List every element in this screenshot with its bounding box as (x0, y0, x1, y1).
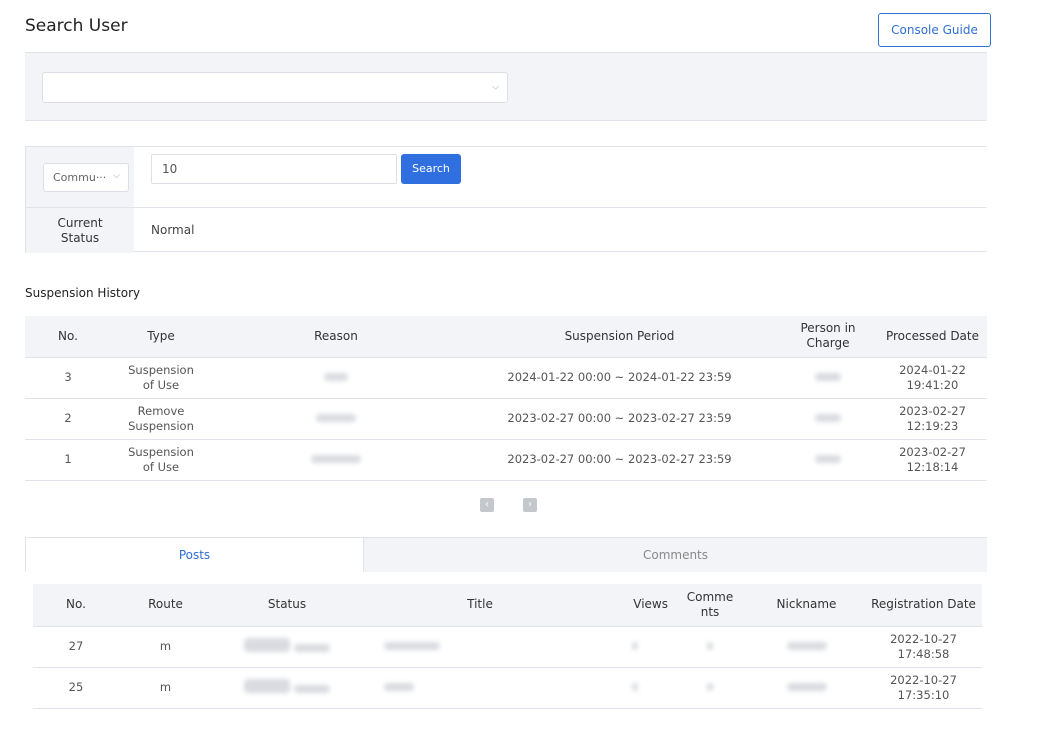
cell-title-redacted (362, 667, 598, 709)
cell-processed-date: 2023-02-27 12:19:23 (878, 398, 987, 440)
page-title: Search User (25, 16, 128, 36)
cell-type: Suspension of Use (111, 439, 211, 481)
cell-person-redacted (778, 439, 878, 481)
cell-processed-date: 2024-01-22 19:41:20 (878, 357, 987, 399)
search-panel: Commu··· ⌵ 10 Search Current Status Norm… (25, 146, 987, 253)
cell-period: 2023-02-27 00:00 ~ 2023-02-27 23:59 (461, 439, 778, 481)
chevron-right-icon: › (528, 499, 532, 510)
cell-comments-redacted (672, 626, 748, 668)
search-type-select[interactable]: Commu··· ⌵ (43, 163, 129, 192)
tab-posts[interactable]: Posts (25, 537, 364, 572)
cell-nickname-redacted (748, 667, 865, 709)
cell-status-redacted (212, 667, 362, 709)
current-status-label: Current Status (25, 208, 134, 253)
table-header-row: No. Type Reason Suspension Period Person… (25, 316, 987, 358)
column-header-nickname: Nickname (748, 584, 865, 627)
cell-registration-date: 2022-10-27 17:48:58 (865, 626, 982, 668)
filter-select[interactable]: ⌵ (42, 72, 508, 103)
cell-person-redacted (778, 398, 878, 440)
posts-table: No. Route Status Title Views Comments Ni… (33, 584, 982, 709)
console-guide-button[interactable]: Console Guide (878, 13, 991, 47)
column-header-period: Suspension Period (461, 316, 778, 358)
cell-route: m (119, 667, 212, 709)
cell-no: 1 (25, 439, 111, 481)
next-page-button[interactable]: › (523, 498, 537, 512)
column-header-title: Title (362, 584, 598, 627)
cell-no: 25 (33, 667, 119, 709)
cell-title-redacted (362, 626, 598, 668)
cell-reason-redacted (211, 398, 461, 440)
cell-processed-date: 2023-02-27 12:18:14 (878, 439, 987, 481)
prev-page-button[interactable]: ‹ (480, 498, 494, 512)
chevron-left-icon: ‹ (485, 499, 489, 510)
content-tabs: Posts Comments (25, 537, 987, 572)
cell-no: 3 (25, 357, 111, 399)
cell-type: Remove Suspension (111, 398, 211, 440)
search-button[interactable]: Search (401, 154, 461, 184)
column-header-reason: Reason (211, 316, 461, 358)
filter-panel: ⌵ (25, 52, 987, 121)
search-type-cell: Commu··· ⌵ (25, 147, 134, 207)
table-row[interactable]: 25 m 2022-10-27 17:35:10 (33, 667, 982, 709)
column-header-status: Status (212, 584, 362, 627)
column-header-no: No. (33, 584, 119, 627)
cell-route: m (119, 626, 212, 668)
column-header-processed-date: Processed Date (878, 316, 987, 358)
cell-status-redacted (212, 626, 362, 668)
column-header-comments: Comments (672, 584, 748, 627)
cell-no: 2 (25, 398, 111, 440)
cell-period: 2023-02-27 00:00 ~ 2023-02-27 23:59 (461, 398, 778, 440)
table-row: 3 Suspension of Use 2024-01-22 00:00 ~ 2… (25, 357, 987, 399)
table-row: 1 Suspension of Use 2023-02-27 00:00 ~ 2… (25, 439, 987, 481)
suspension-history-title: Suspension History (25, 286, 141, 300)
column-header-person: Person in Charge (778, 316, 878, 358)
suspension-history-table: No. Type Reason Suspension Period Person… (25, 316, 987, 481)
cell-views-redacted (598, 667, 672, 709)
search-type-value: Commu··· (53, 171, 107, 184)
cell-views-redacted (598, 626, 672, 668)
cell-registration-date: 2022-10-27 17:35:10 (865, 667, 982, 709)
table-row: 2 Remove Suspension 2023-02-27 00:00 ~ 2… (25, 398, 987, 440)
status-row: Current Status Normal (25, 207, 987, 253)
current-status-value: Normal (151, 223, 195, 237)
column-header-route: Route (119, 584, 212, 627)
column-header-views: Views (598, 584, 672, 627)
table-row[interactable]: 27 m 2022-10-27 17:48:58 (33, 626, 982, 668)
cell-comments-redacted (672, 667, 748, 709)
cell-reason-redacted (211, 357, 461, 399)
table-header-row: No. Route Status Title Views Comments Ni… (33, 584, 982, 627)
cell-reason-redacted (211, 439, 461, 481)
cell-no: 27 (33, 626, 119, 668)
cell-nickname-redacted (748, 626, 865, 668)
cell-period: 2024-01-22 00:00 ~ 2024-01-22 23:59 (461, 357, 778, 399)
column-header-registration-date: Registration Date (865, 584, 982, 627)
search-input[interactable]: 10 (151, 154, 397, 184)
cell-type: Suspension of Use (111, 357, 211, 399)
tab-comments[interactable]: Comments (364, 537, 987, 572)
chevron-down-icon: ⌵ (113, 170, 120, 181)
column-header-type: Type (111, 316, 211, 358)
column-header-no: No. (25, 316, 111, 358)
cell-person-redacted (778, 357, 878, 399)
chevron-down-icon: ⌵ (492, 82, 499, 92)
